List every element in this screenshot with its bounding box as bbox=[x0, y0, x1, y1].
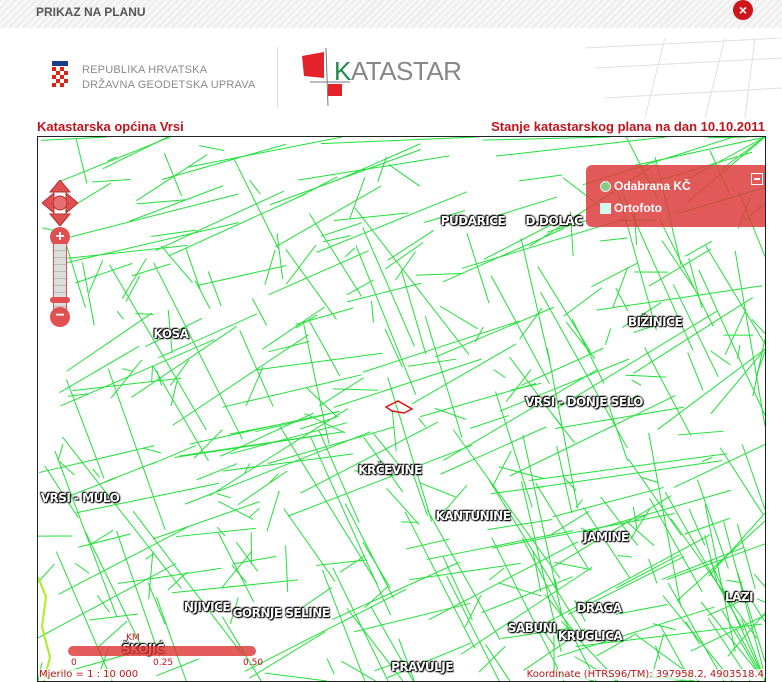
municipality-label: Katastarska općina Vrsi bbox=[37, 119, 184, 134]
layer-label: Odabrana KČ bbox=[614, 179, 691, 193]
header-divider bbox=[277, 47, 278, 107]
checkbox-icon[interactable] bbox=[600, 202, 611, 214]
katastar-logo-text: KATASTAR bbox=[334, 56, 462, 87]
layer-label: Ortofoto bbox=[614, 201, 662, 215]
place-label: KRUGLICA bbox=[557, 629, 623, 643]
scale-bar bbox=[68, 646, 256, 656]
place-label: PUDARICE bbox=[440, 214, 506, 228]
decorative-plan-sketch bbox=[585, 38, 782, 118]
plan-state-label: Stanje katastarskog plana na dan 10.10.2… bbox=[491, 119, 765, 134]
place-label: SABUNI bbox=[507, 621, 557, 635]
map-scale-ratio: Mjerilo = 1 : 10 000 bbox=[39, 669, 139, 680]
place-label: D.DOLAC bbox=[525, 214, 583, 228]
place-label: NJIVICE bbox=[183, 600, 231, 614]
layer-switcher: Odabrana KČ Ortofoto bbox=[586, 165, 765, 227]
logo-rest: ATASTAR bbox=[350, 56, 462, 86]
org-line-2: DRŽAVNA GEODETSKA UPRAVA bbox=[82, 79, 256, 91]
selected-parcel[interactable] bbox=[384, 399, 414, 419]
place-label: LAZI bbox=[724, 590, 754, 604]
place-label: KANTUNINE bbox=[435, 509, 511, 523]
place-label: KOSA bbox=[153, 327, 189, 341]
scale-unit: KM bbox=[126, 633, 140, 643]
place-label: VRSI - DONJE SELO bbox=[525, 395, 643, 409]
layer-orthophoto[interactable]: Ortofoto bbox=[600, 201, 662, 215]
organization-name: REPUBLIKA HRVATSKA DRŽAVNA GEODETSKA UPR… bbox=[82, 63, 256, 93]
zoom-slider[interactable]: + − bbox=[50, 227, 70, 327]
org-line-1: REPUBLIKA HRVATSKA bbox=[82, 64, 208, 76]
scale-tick-025: 0.25 bbox=[153, 658, 174, 668]
layer-selected-parcel[interactable]: Odabrana KČ bbox=[600, 179, 691, 193]
zoom-handle[interactable] bbox=[50, 297, 70, 303]
pan-control[interactable] bbox=[42, 180, 78, 226]
window-title: PRIKAZ NA PLANU bbox=[36, 5, 146, 19]
place-label: PRAVULJE bbox=[391, 660, 453, 674]
coordinates-readout: Koordinate (HTRS96/TM): 397958.2, 490351… bbox=[526, 669, 764, 680]
place-label: DRAGA bbox=[576, 601, 622, 615]
place-label: GORNJE SELINE bbox=[232, 606, 330, 620]
place-label: KRČEVINE bbox=[358, 463, 422, 477]
window-titlebar: PRIKAZ NA PLANU × bbox=[0, 0, 782, 28]
minimize-layers-button[interactable] bbox=[751, 173, 763, 185]
scale-tick-0: 0 bbox=[71, 658, 77, 668]
zoom-out-button[interactable]: − bbox=[50, 307, 70, 327]
cadastral-map[interactable]: PUDARICE D.DOLAC BIŽINICE KOSA VRSI - DONJE … bbox=[37, 136, 766, 682]
globe-icon bbox=[600, 180, 611, 192]
place-label: JAMINE bbox=[583, 530, 629, 544]
scale-tick-050: 0.50 bbox=[243, 658, 264, 668]
logo-k: K bbox=[334, 56, 351, 86]
place-label: BIŽINICE bbox=[627, 315, 683, 329]
place-label: VRSI - MULO bbox=[40, 491, 120, 505]
close-button[interactable]: × bbox=[733, 0, 753, 20]
croatia-crest-icon bbox=[52, 61, 68, 87]
